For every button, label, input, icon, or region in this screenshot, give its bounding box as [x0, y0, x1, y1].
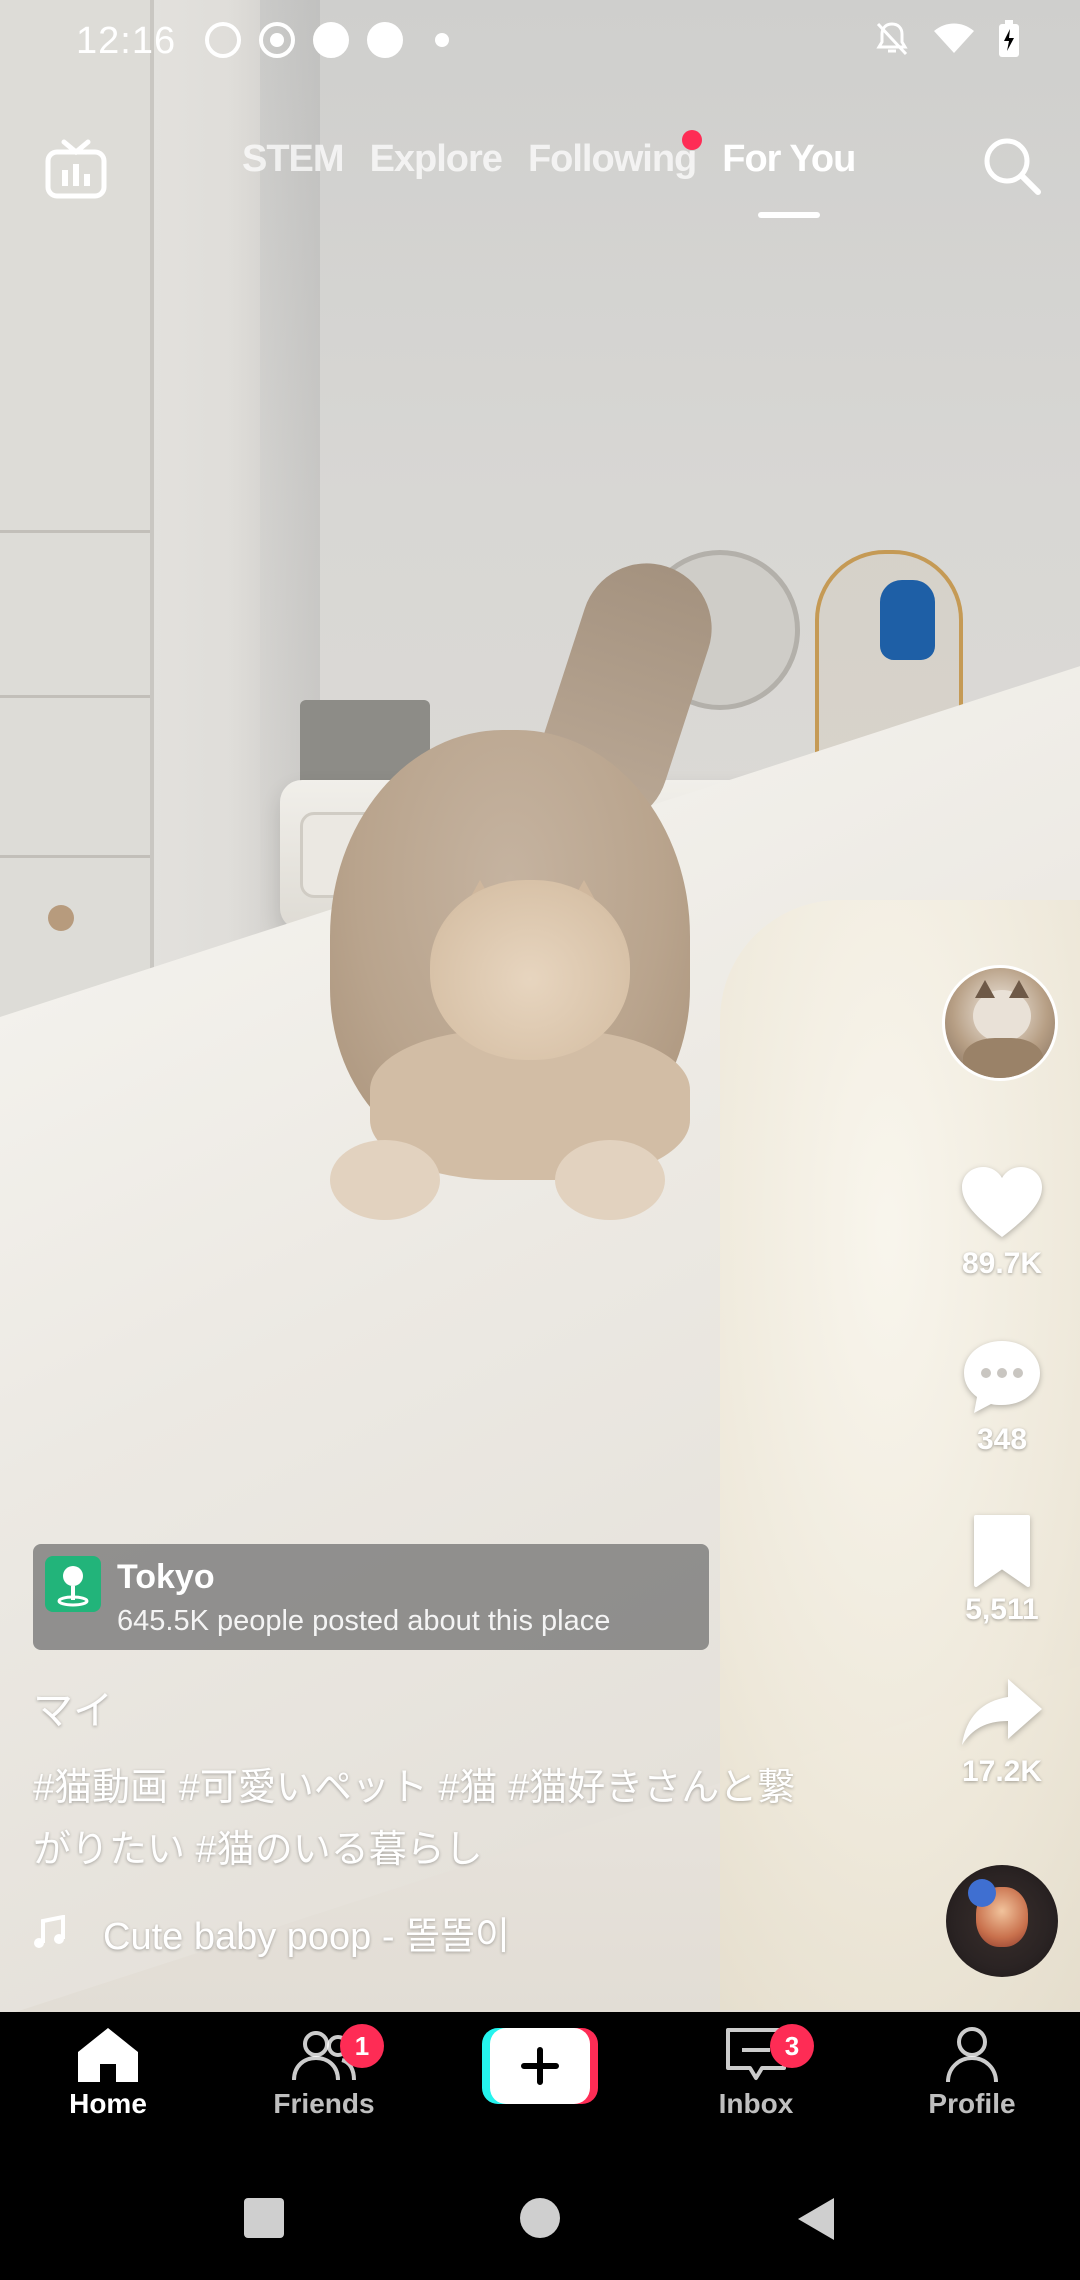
- record-icon: [259, 22, 295, 58]
- comment-button[interactable]: 348: [942, 1337, 1062, 1457]
- save-button[interactable]: 5,511: [942, 1513, 1062, 1627]
- status-left-icons: [205, 22, 449, 58]
- tab-following[interactable]: Following: [527, 130, 703, 184]
- location-subtitle: 645.5K people posted about this place: [117, 1605, 611, 1637]
- bottom-nav: Home Friends 1 Inbox 3 Profile: [0, 2012, 1080, 2162]
- share-arrow-icon: [962, 1679, 1042, 1745]
- save-count: 5,511: [965, 1593, 1039, 1626]
- cabinet-knob: [48, 905, 74, 931]
- status-right-icons: [874, 20, 1020, 58]
- friends-badge: 1: [340, 2024, 384, 2068]
- bookmark-icon: [974, 1515, 1030, 1587]
- search-icon[interactable]: [976, 130, 1048, 202]
- comment-count: 348: [976, 1423, 1028, 1456]
- music-info[interactable]: Cute baby poop - 똘똘이: [33, 1905, 533, 1960]
- system-nav-bar: [0, 2162, 1080, 2280]
- plus-icon: [521, 2047, 559, 2085]
- post-caption[interactable]: #猫動画 #可愛いペット #猫 #猫好きさんと繋がりたい #猫のいる暮らし: [33, 1757, 823, 1881]
- pinterest-icon: [313, 22, 349, 58]
- wifi-icon: [934, 23, 974, 53]
- tab-following-label: Following: [527, 138, 697, 180]
- threads-icon: [205, 22, 241, 58]
- feed-tabs: STEM Explore Following For You: [242, 130, 856, 184]
- tab-stem[interactable]: STEM: [242, 134, 345, 184]
- home-icon: [78, 2028, 138, 2082]
- music-note-icon: [34, 1914, 65, 1948]
- video-player[interactable]: [0, 0, 1080, 2012]
- heart-icon: [962, 1167, 1042, 1237]
- inbox-badge: 3: [770, 2024, 814, 2068]
- location-pin-icon: [45, 1556, 101, 1612]
- dot-icon: [435, 33, 449, 47]
- cat-paw: [555, 1140, 665, 1220]
- nav-profile-label: Profile: [928, 2088, 1016, 2119]
- nav-profile[interactable]: Profile: [872, 2024, 1072, 2120]
- home-circle-icon[interactable]: [518, 2196, 562, 2240]
- creator-username[interactable]: マイ: [33, 1678, 113, 1736]
- status-bar: 12:16: [0, 0, 1080, 88]
- profile-icon: [946, 2027, 998, 2083]
- music-disc[interactable]: [946, 1865, 1058, 1977]
- video-vase: [880, 580, 935, 660]
- share-button[interactable]: 17.2K: [942, 1675, 1062, 1789]
- back-icon[interactable]: [794, 2196, 838, 2242]
- top-nav: STEM Explore Following For You: [0, 120, 1080, 230]
- music-title: Cute baby poop - 똘똘이: [103, 1916, 510, 1958]
- nav-friends[interactable]: Friends 1: [224, 2024, 424, 2120]
- tab-for-you[interactable]: For You: [722, 134, 856, 184]
- like-button[interactable]: 89.7K: [942, 1165, 1062, 1281]
- notification-dot: [682, 130, 703, 150]
- status-time: 12:16: [76, 20, 177, 62]
- location-title: Tokyo: [117, 1558, 215, 1596]
- recents-icon[interactable]: [242, 2196, 286, 2240]
- nav-inbox[interactable]: Inbox 3: [656, 2024, 856, 2120]
- nav-home-label: Home: [69, 2088, 147, 2119]
- pinterest-icon: [367, 22, 403, 58]
- nav-friends-label: Friends: [273, 2088, 375, 2119]
- creator-avatar[interactable]: [942, 965, 1058, 1081]
- live-tv-icon[interactable]: [40, 132, 112, 204]
- tab-explore[interactable]: Explore: [370, 134, 503, 184]
- location-card[interactable]: Tokyo 645.5K people posted about this pl…: [33, 1544, 709, 1650]
- mute-icon: [876, 22, 908, 56]
- comment-icon: [964, 1341, 1040, 1413]
- cat-paw: [330, 1140, 440, 1220]
- nav-home[interactable]: Home: [8, 2024, 208, 2120]
- share-count: 17.2K: [961, 1755, 1043, 1788]
- battery-charging-icon: [999, 20, 1019, 57]
- create-button[interactable]: [482, 2028, 598, 2104]
- nav-inbox-label: Inbox: [718, 2088, 794, 2119]
- like-count: 89.7K: [961, 1247, 1043, 1280]
- cat-head: [430, 880, 630, 1060]
